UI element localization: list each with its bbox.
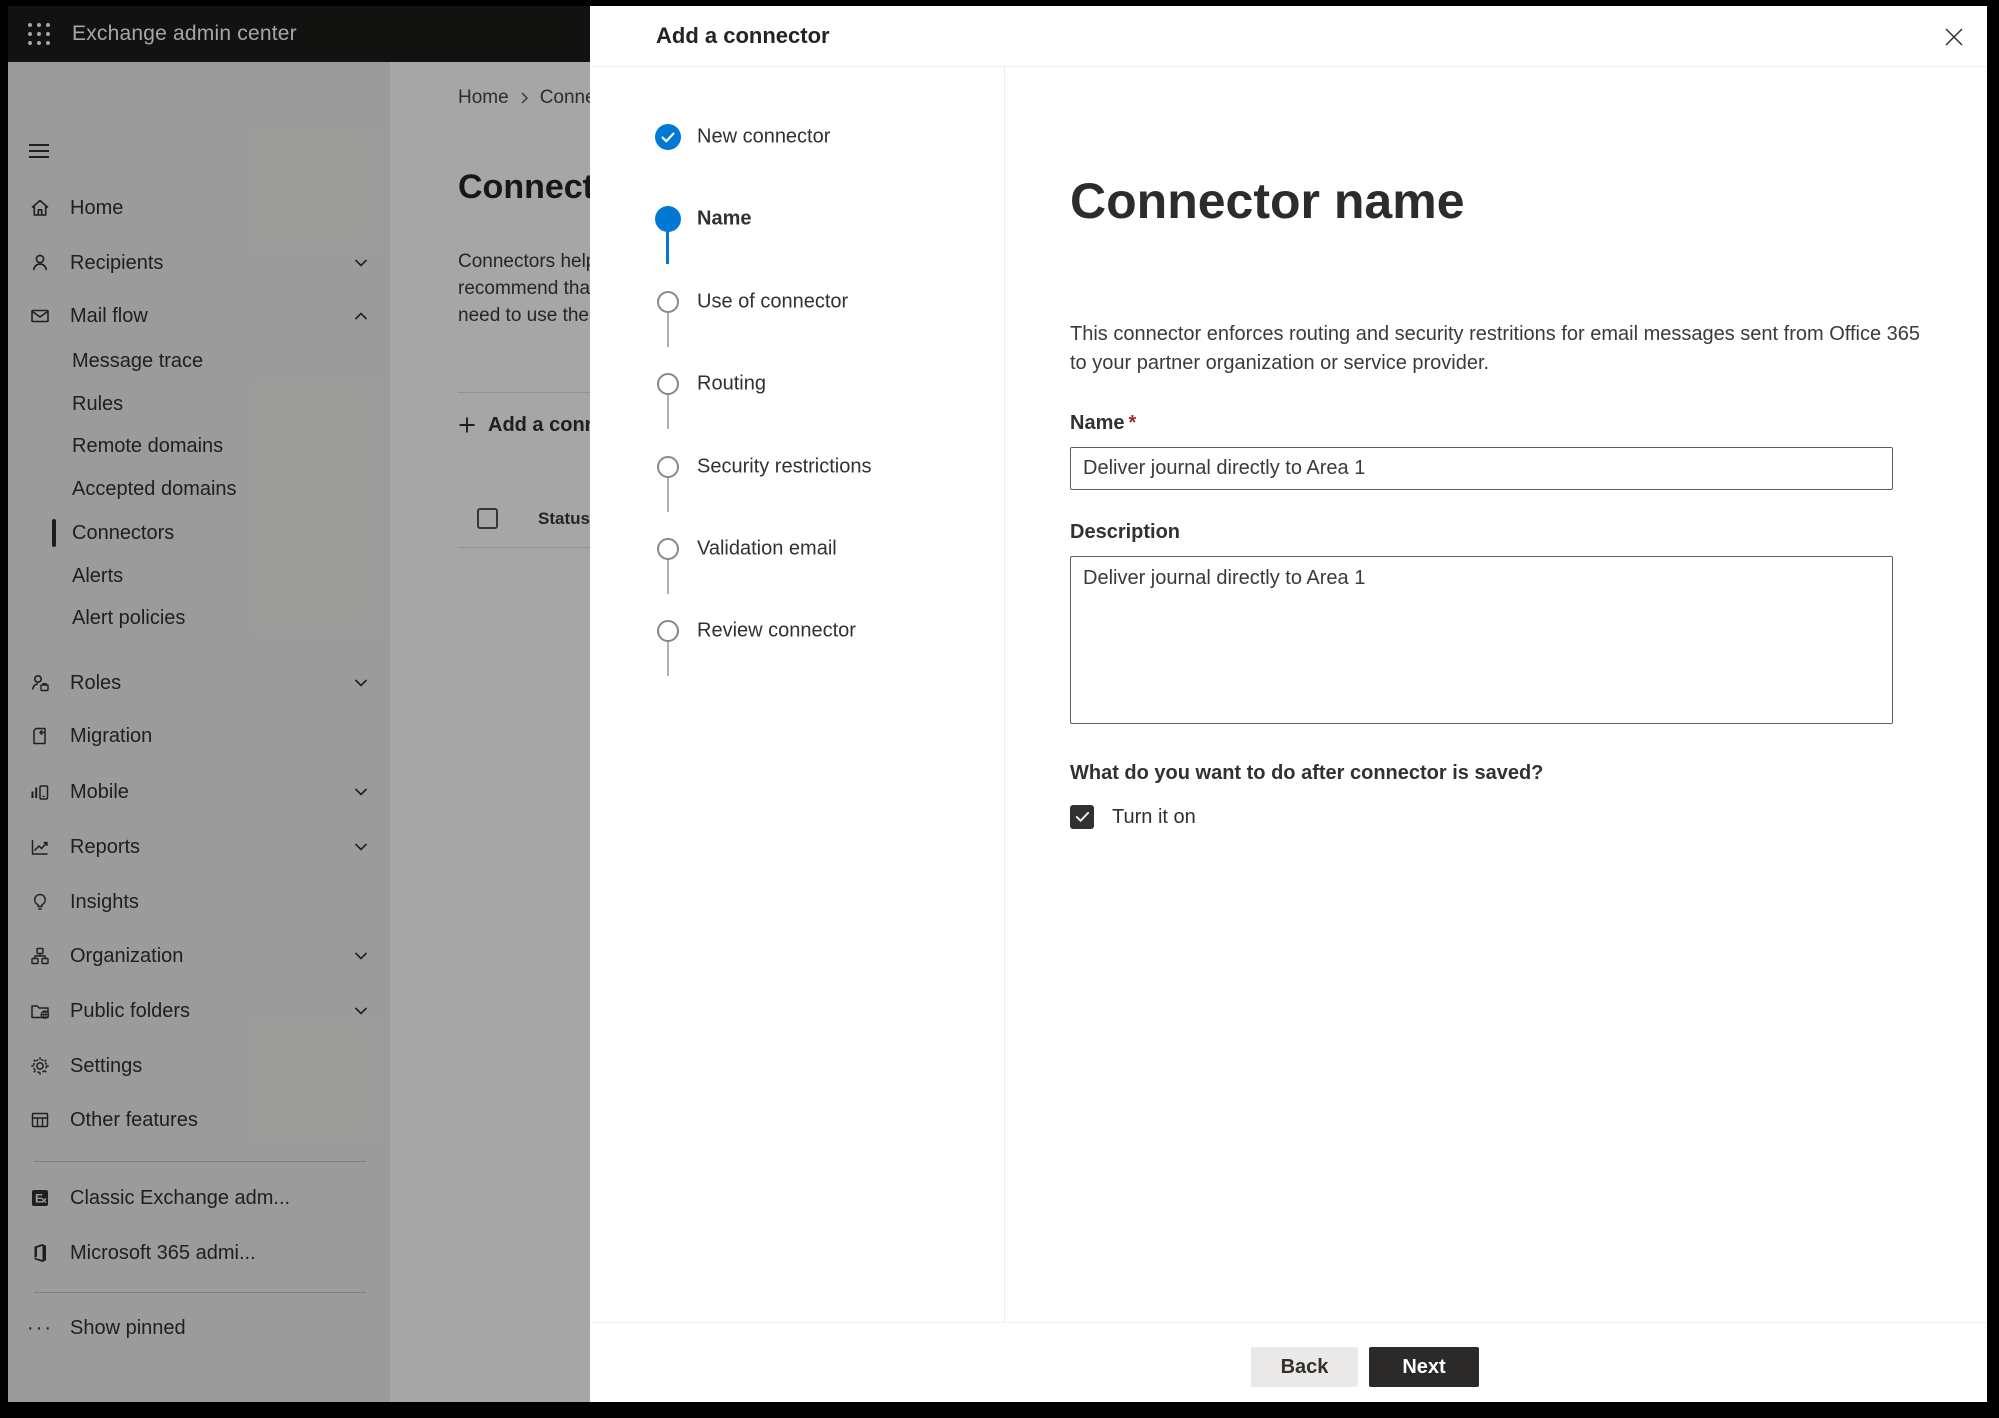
close-icon [1945, 28, 1963, 46]
dialog-header: Add a connector [590, 6, 1987, 67]
step-upcoming-icon [657, 456, 679, 478]
turn-it-on-checkbox[interactable] [1070, 805, 1094, 829]
wizard-stepper: New connector Name Use of connector Rout… [590, 67, 1005, 1322]
checkmark-icon [1075, 811, 1089, 822]
step-label: Security restrictions [697, 455, 872, 478]
connector-description-textarea[interactable]: Deliver journal directly to Area 1 [1070, 556, 1893, 724]
step-upcoming-icon [657, 291, 679, 313]
step-new-connector[interactable]: New connector [590, 121, 1004, 153]
step-label: New connector [697, 125, 831, 148]
step-current-icon [655, 206, 681, 232]
step-use-of-connector[interactable]: Use of connector [590, 286, 1004, 318]
close-button[interactable] [1941, 24, 1967, 50]
step-upcoming-icon [657, 620, 679, 642]
app-window: Exchange admin center Home Recipients Ma… [8, 6, 1987, 1402]
dialog-footer: Back Next [590, 1322, 1987, 1402]
step-routing[interactable]: Routing [590, 368, 1004, 400]
step-label: Review connector [697, 619, 856, 642]
step-upcoming-icon [657, 538, 679, 560]
step-label: Validation email [697, 537, 837, 560]
step-validation-email[interactable]: Validation email [590, 533, 1004, 565]
step-upcoming-icon [657, 373, 679, 395]
step-label: Routing [697, 372, 766, 395]
back-button[interactable]: Back [1251, 1347, 1358, 1387]
required-marker: * [1128, 412, 1137, 434]
step-security-restrictions[interactable]: Security restrictions [590, 451, 1004, 483]
connector-name-input[interactable] [1070, 447, 1893, 490]
wizard-page-description: This connector enforces routing and secu… [1070, 323, 1921, 374]
step-name[interactable]: Name [590, 203, 1004, 235]
step-review-connector[interactable]: Review connector [590, 615, 1004, 647]
add-connector-dialog: Add a connector New connector Name Use o… [590, 6, 1987, 1402]
dialog-title: Add a connector [656, 23, 830, 48]
after-save-question: What do you want to do after connector i… [1070, 762, 1544, 784]
description-field-label: Description [1070, 521, 1181, 543]
step-label: Name [697, 207, 752, 230]
next-button[interactable]: Next [1369, 1347, 1479, 1387]
step-label: Use of connector [697, 290, 849, 313]
wizard-page-heading: Connector name [1070, 173, 1465, 229]
step-completed-icon [655, 124, 681, 150]
name-field-label: Name * [1070, 412, 1137, 434]
turn-it-on-label: Turn it on [1112, 806, 1196, 828]
